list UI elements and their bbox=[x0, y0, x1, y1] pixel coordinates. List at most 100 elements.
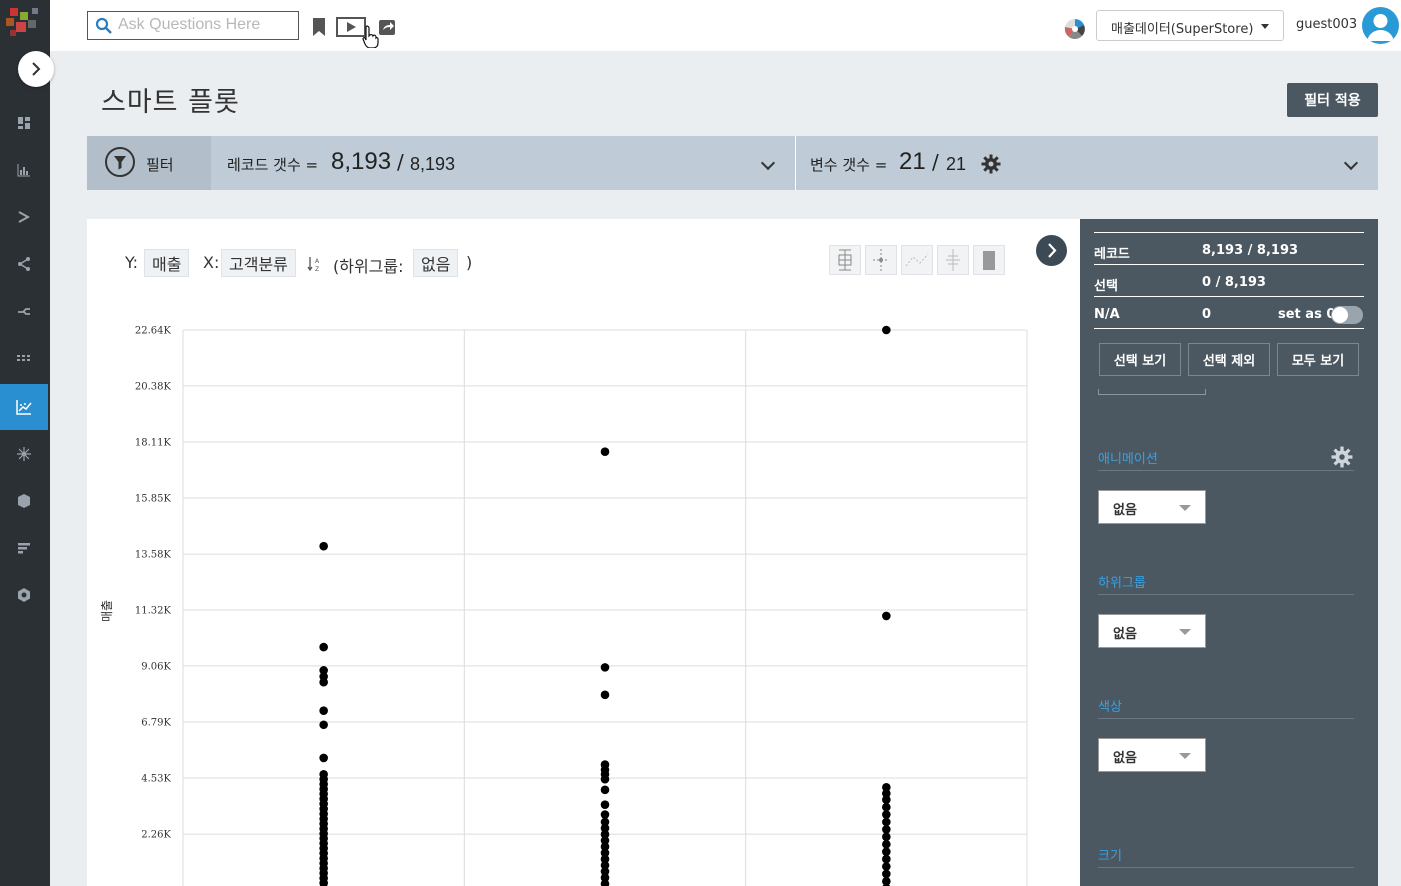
avatar[interactable] bbox=[1362, 7, 1399, 44]
y-tick-label: 22.64K bbox=[135, 326, 172, 337]
color-select[interactable]: 없음 bbox=[1098, 738, 1206, 772]
scatter-point[interactable] bbox=[600, 447, 610, 456]
scatter-point[interactable] bbox=[882, 862, 891, 871]
sidebar-item-cube[interactable] bbox=[0, 478, 48, 524]
divider bbox=[1098, 867, 1354, 868]
expand-sidebar-button[interactable] bbox=[18, 51, 54, 87]
scatter-point[interactable] bbox=[319, 720, 328, 730]
color-section-label: 색상 bbox=[1098, 700, 1122, 715]
bar-view-button[interactable] bbox=[973, 245, 1005, 275]
scatter-point[interactable] bbox=[600, 800, 610, 809]
records-total: 8,193 bbox=[410, 154, 456, 174]
boxplot-view-button[interactable] bbox=[829, 245, 861, 275]
scatter-point[interactable] bbox=[882, 869, 891, 879]
share-arrow-icon[interactable] bbox=[378, 17, 396, 37]
scatter-point[interactable] bbox=[319, 541, 328, 551]
variables-expand-icon[interactable] bbox=[1343, 155, 1359, 171]
subgroup-close: ) bbox=[466, 253, 473, 272]
sidebar-item-ranking[interactable] bbox=[0, 525, 48, 571]
scatter-point[interactable] bbox=[319, 677, 328, 687]
filter-toggle[interactable]: 필터 bbox=[87, 136, 211, 190]
dotplot-icon bbox=[873, 249, 889, 271]
line-view-button[interactable] bbox=[901, 245, 933, 275]
animation-gear-icon[interactable] bbox=[1331, 446, 1353, 468]
scatter-point[interactable] bbox=[882, 854, 891, 864]
dashboard-icon bbox=[18, 117, 30, 129]
scatter-point[interactable] bbox=[882, 611, 891, 621]
divider bbox=[1094, 328, 1364, 329]
user-name[interactable]: guest003 bbox=[1296, 17, 1357, 32]
scatter-point[interactable] bbox=[600, 690, 610, 700]
panel-toggle-button[interactable] bbox=[1036, 235, 1067, 266]
scatter-point[interactable] bbox=[882, 832, 891, 842]
sidebar-item-merge[interactable] bbox=[0, 288, 48, 334]
scatter-point[interactable] bbox=[882, 847, 891, 856]
violin-view-button[interactable] bbox=[937, 245, 969, 275]
sidebar-item-share[interactable] bbox=[0, 241, 48, 287]
sidebar-item-chart[interactable] bbox=[0, 147, 48, 193]
bar-icon bbox=[983, 251, 995, 270]
collapsed-select bbox=[1098, 389, 1206, 395]
y-tick-label: 4.53K bbox=[141, 773, 171, 784]
apply-filter-button[interactable]: 필터 적용 bbox=[1287, 83, 1378, 117]
sidebar-item-grid[interactable] bbox=[0, 335, 48, 381]
network-icon bbox=[17, 447, 31, 461]
y-tick-label: 13.58K bbox=[135, 550, 172, 561]
show-all-button[interactable]: 모두 보기 bbox=[1277, 343, 1359, 376]
sidebar-item-settings[interactable] bbox=[0, 572, 48, 618]
sort-az-icon[interactable]: AZ bbox=[307, 256, 323, 272]
subgroup-select[interactable]: 없음 bbox=[413, 249, 459, 277]
bookmark-icon[interactable] bbox=[312, 17, 326, 37]
scatter-point[interactable] bbox=[600, 663, 610, 672]
dot-view-button[interactable] bbox=[865, 245, 897, 275]
size-section-label: 크기 bbox=[1098, 849, 1122, 864]
gear-icon[interactable] bbox=[981, 154, 1001, 174]
variables-label: 변수 갯수 = bbox=[810, 156, 888, 174]
sidebar-item-network[interactable] bbox=[0, 431, 48, 477]
y-variable-select[interactable]: 매출 bbox=[144, 249, 190, 277]
y-tick-label: 20.38K bbox=[135, 381, 172, 392]
color-wheel-icon[interactable] bbox=[1064, 18, 1086, 40]
records-expand-icon[interactable] bbox=[760, 155, 776, 171]
scatter-point[interactable] bbox=[882, 839, 891, 849]
y-axis-label: 매출 bbox=[100, 600, 114, 622]
scatter-point[interactable] bbox=[319, 753, 328, 763]
scatter-point[interactable] bbox=[882, 817, 891, 827]
scatter-point[interactable] bbox=[319, 706, 328, 715]
animation-select[interactable]: 없음 bbox=[1098, 490, 1206, 524]
chevron-right-icon bbox=[32, 62, 41, 76]
caret-down-icon bbox=[1179, 753, 1191, 759]
x-axis-tag: X: bbox=[203, 253, 220, 272]
search-input[interactable]: Ask Questions Here bbox=[87, 11, 299, 40]
scatter-point[interactable] bbox=[600, 810, 610, 819]
divider bbox=[1094, 264, 1364, 265]
scatter-point[interactable] bbox=[882, 802, 891, 812]
scatter-point[interactable] bbox=[882, 325, 891, 335]
sidebar-item-dashboard[interactable] bbox=[0, 100, 48, 146]
scatter-point[interactable] bbox=[319, 642, 328, 652]
variables-count: 21 bbox=[899, 148, 926, 175]
records-label: 레코드 갯수 = bbox=[227, 156, 319, 174]
y-tick-label: 11.32K bbox=[135, 606, 172, 617]
show-selected-button[interactable]: 선택 보기 bbox=[1099, 343, 1181, 376]
sidebar-item-smart-plot[interactable] bbox=[0, 384, 48, 430]
scatter-point[interactable] bbox=[882, 795, 891, 805]
set-as-zero-toggle[interactable] bbox=[1331, 306, 1363, 324]
select-value: 0 / 8,193 bbox=[1202, 275, 1266, 290]
dataset-select[interactable]: 매출데이터(SuperStore) bbox=[1096, 10, 1284, 41]
sidebar-item-flow[interactable] bbox=[0, 194, 48, 240]
subgroup-select-panel[interactable]: 없음 bbox=[1098, 614, 1206, 648]
flow-icon bbox=[18, 211, 31, 223]
scatter-point[interactable] bbox=[882, 810, 891, 819]
divider bbox=[1098, 594, 1354, 595]
dataset-select-value: 매출데이터(SuperStore) bbox=[1111, 22, 1254, 37]
filter-label: 필터 bbox=[146, 156, 174, 174]
scatter-point[interactable] bbox=[882, 825, 891, 834]
search-icon bbox=[95, 17, 112, 34]
violin-icon bbox=[946, 249, 960, 271]
scatter-point[interactable] bbox=[600, 774, 610, 784]
exclude-selected-button[interactable]: 선택 제외 bbox=[1188, 343, 1270, 376]
scatter-point[interactable] bbox=[600, 785, 610, 795]
subgroup-select-value: 없음 bbox=[1113, 627, 1137, 642]
x-variable-select[interactable]: 고객분류 bbox=[221, 249, 296, 277]
